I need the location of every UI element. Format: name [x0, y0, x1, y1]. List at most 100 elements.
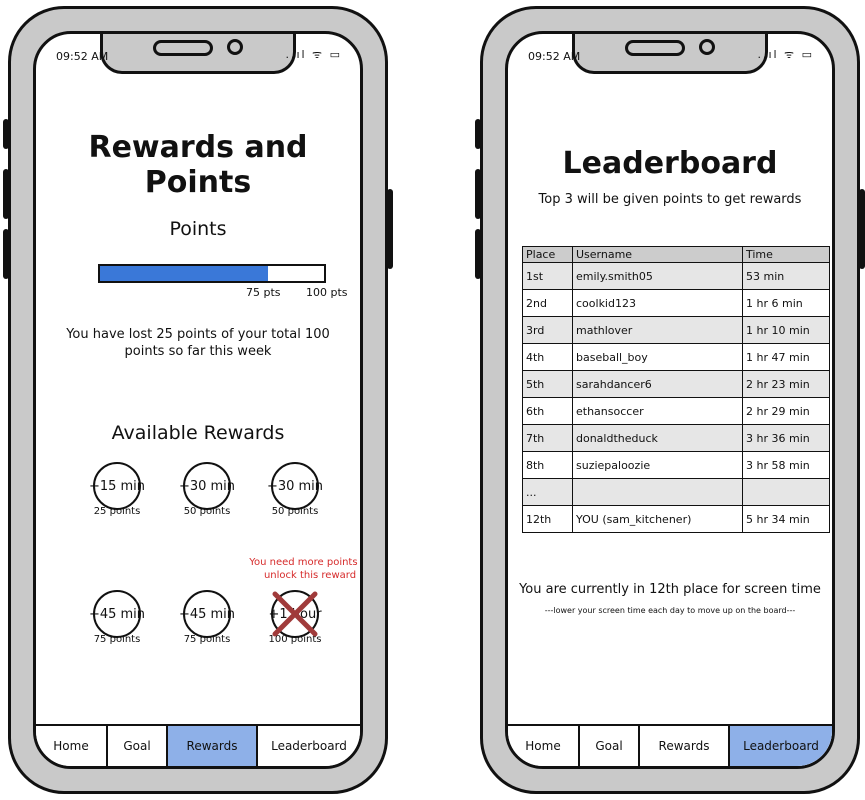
table-row: 8th suziepaloozie 3 hr 58 min [522, 451, 830, 479]
username-cell: sarahdancer6 [572, 370, 743, 398]
reward-circle[interactable]: +30 min [179, 462, 235, 510]
notch [572, 34, 768, 74]
max-points-label: 100 pts [306, 286, 348, 299]
reward-item[interactable]: +45 min 75 points [76, 590, 158, 645]
username-cell: coolkid123 [572, 289, 743, 317]
username-cell [572, 478, 743, 506]
time-cell: 1 hr 6 min [742, 289, 830, 317]
nav-leaderboard[interactable]: Leaderboard [730, 726, 832, 766]
column-header-time: Time [742, 246, 830, 263]
table-row: 2nd coolkid123 1 hr 6 min [522, 289, 830, 317]
signal-wifi-battery-icon: ..ıl ᯤ ▭ [285, 48, 342, 61]
column-header-place: Place [522, 246, 573, 263]
place-cell: 1st [522, 262, 573, 290]
nav-leaderboard[interactable]: Leaderboard [258, 726, 360, 766]
phone-frame-rewards: 09:52 AM ..ıl ᯤ ▭ Rewards and Points Poi… [3, 6, 393, 794]
time-cell: 1 hr 10 min [742, 316, 830, 344]
improvement-hint: ---lower your screen time each day to mo… [544, 606, 796, 615]
time-cell: 3 hr 58 min [742, 451, 830, 479]
available-rewards-heading: Available Rewards [111, 422, 285, 444]
mute-switch [475, 119, 481, 149]
reward-circle[interactable]: +30 min [267, 462, 323, 510]
reward-circle[interactable]: +45 min [179, 590, 235, 638]
signal-wifi-battery-icon: ..ıl ᯤ ▭ [757, 48, 814, 61]
place-cell: 2nd [522, 289, 573, 317]
current-points-label: 75 pts [246, 286, 281, 299]
reward-label: +15 min [88, 478, 146, 494]
rewards-screen: 09:52 AM ..ıl ᯤ ▭ Rewards and Points Poi… [33, 31, 363, 769]
points-lost-message: You have lost 25 points of your total 10… [66, 327, 330, 359]
nav-goal[interactable]: Goal [108, 726, 168, 766]
reward-label: +30 min [266, 478, 324, 494]
time-cell: 1 hr 47 min [742, 343, 830, 371]
leaderboard-subtitle: Top 3 will be given points to get reward… [538, 192, 802, 207]
volume-down-button [475, 229, 481, 279]
time-cell: 2 hr 23 min [742, 370, 830, 398]
nav-home[interactable]: Home [36, 726, 108, 766]
speaker-icon [153, 40, 213, 56]
reward-item[interactable]: +30 min 50 points [254, 462, 336, 517]
username-cell: emily.smith05 [572, 262, 743, 290]
place-cell: 7th [522, 424, 573, 452]
volume-up-button [475, 169, 481, 219]
nav-goal[interactable]: Goal [580, 726, 640, 766]
username-cell: mathlover [572, 316, 743, 344]
camera-icon [227, 39, 243, 55]
volume-up-button [3, 169, 9, 219]
reward-label: +45 min [178, 606, 236, 622]
table-row: 1st emily.smith05 53 min [522, 262, 830, 290]
camera-icon [699, 39, 715, 55]
reward-circle[interactable]: +45 min [89, 590, 145, 638]
reward-item[interactable]: +15 min 25 points [76, 462, 158, 517]
mute-switch [3, 119, 9, 149]
nav-rewards[interactable]: Rewards [640, 726, 730, 766]
nav-rewards[interactable]: Rewards [168, 726, 258, 766]
username-cell: YOU (sam_kitchener) [572, 505, 743, 533]
current-place-message: You are currently in 12th place for scre… [519, 582, 821, 597]
table-row: 6th ethansoccer 2 hr 29 min [522, 397, 830, 425]
time-cell: 2 hr 29 min [742, 397, 830, 425]
reward-circle[interactable]: +15 min [89, 462, 145, 510]
table-row: 4th baseball_boy 1 hr 47 min [522, 343, 830, 371]
time-cell: 5 hr 34 min [742, 505, 830, 533]
reward-item[interactable]: +45 min 75 points [166, 590, 248, 645]
status-time: 09:52 AM [528, 50, 581, 63]
status-time: 09:52 AM [56, 50, 109, 63]
notch [100, 34, 296, 74]
reward-label: +45 min [88, 606, 146, 622]
nav-home[interactable]: Home [508, 726, 580, 766]
place-cell: 6th [522, 397, 573, 425]
page-title: Leaderboard [562, 146, 778, 181]
locked-reward-item[interactable]: +1 hour 100 points [254, 590, 336, 645]
speaker-icon [625, 40, 685, 56]
page-title: Rewards and Points [88, 130, 308, 200]
time-cell: 53 min [742, 262, 830, 290]
place-cell: 12th [522, 505, 573, 533]
column-header-username: Username [572, 246, 743, 263]
leaderboard-screen: 09:52 AM ..ıl ᯤ ▭ Leaderboard Top 3 will… [505, 31, 835, 769]
table-row-ellipsis: ... [522, 478, 830, 506]
place-cell: 3rd [522, 316, 573, 344]
table-row: 3rd mathlover 1 hr 10 min [522, 316, 830, 344]
place-cell: 8th [522, 451, 573, 479]
time-cell: 3 hr 36 min [742, 424, 830, 452]
username-cell: suziepaloozie [572, 451, 743, 479]
place-cell: 4th [522, 343, 573, 371]
locked-reward-message: You need more points to unlock this rewa… [249, 557, 363, 581]
power-button [387, 189, 393, 269]
points-progress-bar [98, 264, 326, 283]
reward-item[interactable]: +30 min 50 points [166, 462, 248, 517]
username-cell: ethansoccer [572, 397, 743, 425]
table-row-current-user: 12th YOU (sam_kitchener) 5 hr 34 min [522, 505, 830, 533]
power-button [859, 189, 865, 269]
username-cell: baseball_boy [572, 343, 743, 371]
place-cell: ... [522, 478, 573, 506]
phone-frame-leaderboard: 09:52 AM ..ıl ᯤ ▭ Leaderboard Top 3 will… [475, 6, 865, 794]
bottom-nav: Home Goal Rewards Leaderboard [36, 724, 360, 766]
leaderboard-table: Place Username Time 1st emily.smith05 53 m… [522, 246, 830, 533]
locked-cross-icon [272, 591, 318, 637]
username-cell: donaldtheduck [572, 424, 743, 452]
reward-circle[interactable]: +1 hour [268, 590, 322, 638]
points-progress-fill [100, 266, 268, 281]
table-header-row: Place Username Time [522, 246, 830, 263]
